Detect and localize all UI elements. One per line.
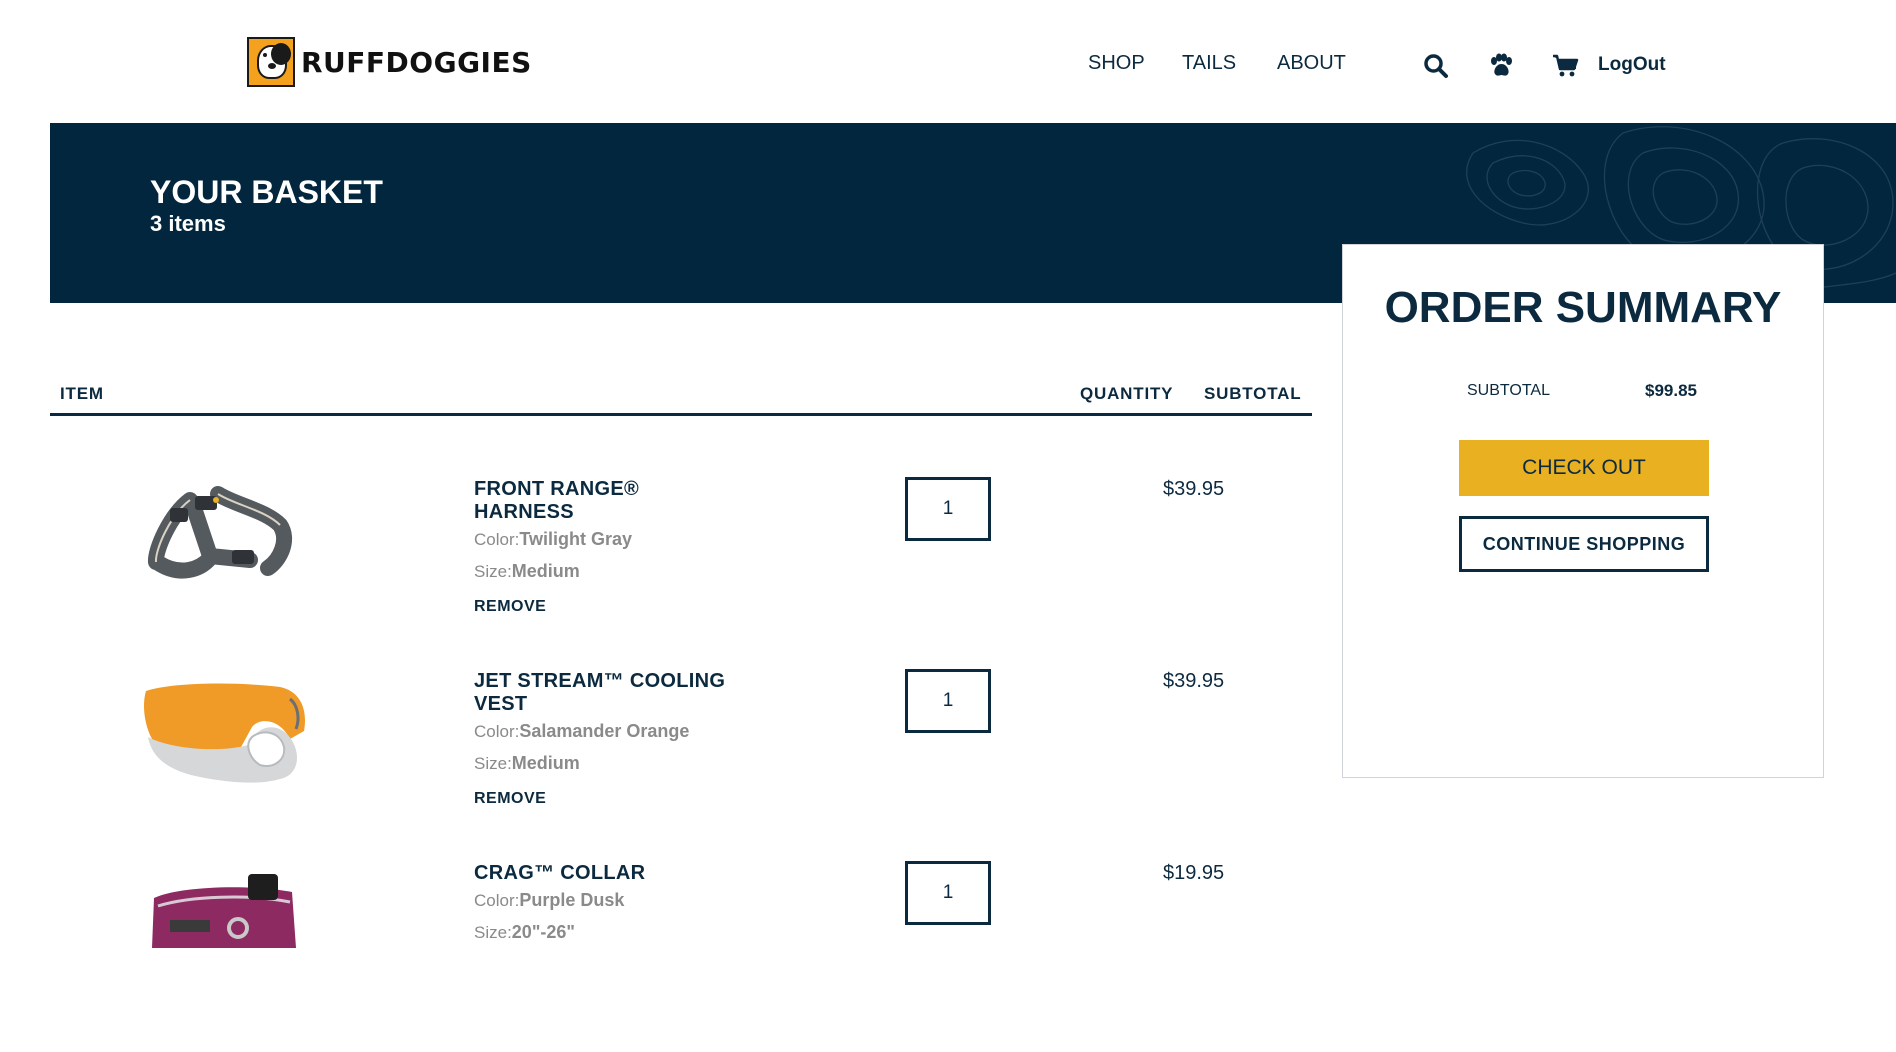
column-header-item: ITEM	[60, 384, 104, 403]
cart-item-row: FRONT RANGE® HARNESS Color:Twilight Gray…	[0, 477, 1320, 668]
nav-tails[interactable]: TAILS	[1182, 52, 1236, 75]
summary-subtotal-label: SUBTOTAL	[1467, 382, 1550, 399]
product-name[interactable]: CRAG™ COLLAR	[474, 862, 744, 885]
search-icon[interactable]	[1423, 53, 1449, 84]
summary-subtotal-value: $99.85	[1645, 381, 1697, 400]
order-summary-panel: ORDER SUMMARY SUBTOTAL $99.85 CHECK OUT …	[1342, 244, 1824, 778]
cart-item-row: CRAG™ COLLAR Color:Purple Dusk Size:20"-…	[0, 861, 1320, 1052]
dog-logo-icon	[247, 37, 295, 87]
item-subtotal: $39.95	[1163, 478, 1225, 500]
remove-item-button[interactable]: REMOVE	[474, 598, 546, 616]
nav-shop[interactable]: SHOP	[1088, 52, 1145, 75]
product-size: Size:Medium	[474, 561, 580, 581]
logo-text: RUFFDOGGIES	[301, 45, 532, 79]
paw-icon[interactable]	[1488, 53, 1514, 84]
cart-item-row: JET STREAM™ COOLING VEST Color:Salamande…	[0, 669, 1320, 860]
item-subtotal: $39.95	[1163, 670, 1225, 692]
harness-product-image[interactable]	[140, 480, 310, 600]
logout-link[interactable]: LogOut	[1598, 54, 1666, 76]
column-header-quantity: QUANTITY	[1080, 384, 1174, 403]
product-color: Color:Salamander Orange	[474, 721, 690, 741]
checkout-button[interactable]: CHECK OUT	[1459, 440, 1709, 496]
cooling-vest-product-image[interactable]	[140, 674, 310, 794]
cart-icon[interactable]	[1552, 54, 1580, 83]
item-subtotal: $19.95	[1163, 862, 1225, 884]
basket-title: YOUR BASKET	[150, 174, 383, 210]
product-name[interactable]: JET STREAM™ COOLING VEST	[474, 670, 744, 716]
remove-item-button[interactable]: REMOVE	[474, 790, 546, 808]
product-size: Size:20"-26"	[474, 922, 575, 942]
continue-shopping-button[interactable]: CONTINUE SHOPPING	[1459, 516, 1709, 572]
site-logo[interactable]: RUFFDOGGIES	[247, 37, 532, 87]
quantity-input[interactable]: 1	[905, 861, 991, 925]
quantity-input[interactable]: 1	[905, 669, 991, 733]
product-color: Color:Purple Dusk	[474, 890, 625, 910]
table-header-divider	[50, 413, 1312, 416]
collar-product-image[interactable]	[140, 868, 310, 948]
product-name[interactable]: FRONT RANGE® HARNESS	[474, 478, 744, 524]
column-header-subtotal: SUBTOTAL	[1204, 384, 1302, 403]
quantity-input[interactable]: 1	[905, 477, 991, 541]
product-size: Size:Medium	[474, 753, 580, 773]
basket-item-count: 3 items	[150, 211, 226, 236]
product-color: Color:Twilight Gray	[474, 529, 633, 549]
order-summary-title: ORDER SUMMARY	[1384, 283, 1782, 332]
nav-about[interactable]: ABOUT	[1277, 52, 1346, 75]
